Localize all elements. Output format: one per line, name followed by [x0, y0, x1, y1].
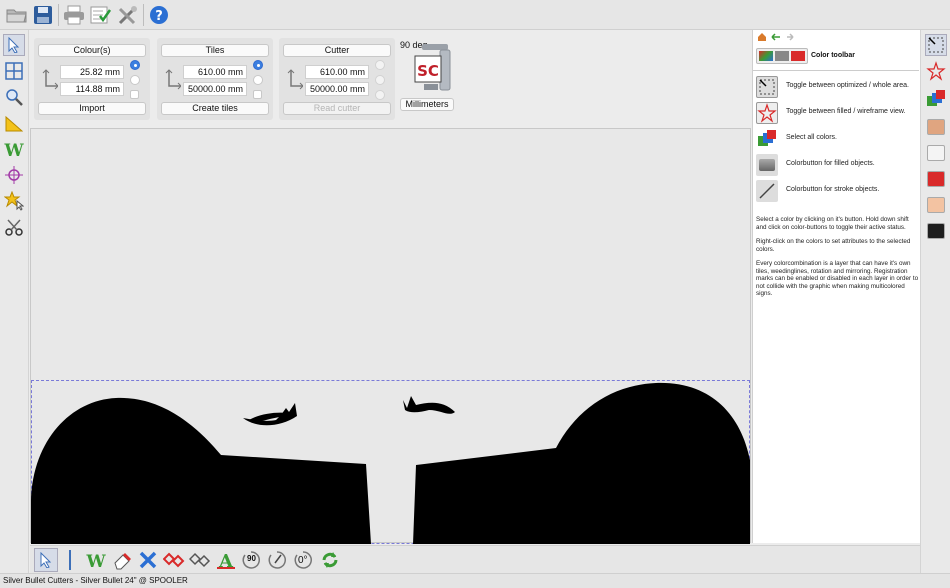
help-row-stroke-color: Colorbutton for stroke objects.: [756, 180, 916, 202]
help-text: Toggle between filled / wireframe view.: [786, 108, 906, 115]
read-cutter-button[interactable]: Read cutter: [283, 102, 391, 115]
open-folder-icon[interactable]: [5, 3, 29, 27]
colours-height-field[interactable]: 114.88 mm: [60, 82, 124, 96]
colours-panel: Colour(s) 25.82 mm 114.88 mm Import: [34, 38, 150, 120]
help-panel: Color toolbar Toggle between optimized /…: [752, 30, 920, 543]
cutter-width-field[interactable]: 610.00 mm: [305, 65, 369, 79]
tiles-width-field[interactable]: 610.00 mm: [183, 65, 247, 79]
units-button[interactable]: Millimeters: [400, 98, 454, 111]
text-a-icon[interactable]: A: [214, 548, 238, 572]
color-swatch-1[interactable]: [925, 116, 947, 138]
left-toolbox: W: [0, 30, 29, 573]
rotate-free-icon[interactable]: [266, 548, 290, 572]
checklist-icon[interactable]: [89, 3, 113, 27]
status-bar: Silver Bullet Cutters - Silver Bullet 24…: [0, 573, 950, 588]
scissors-icon[interactable]: [3, 216, 25, 238]
rotate-zero-label: 0°: [298, 555, 308, 566]
tiles-panel: Tiles 610.00 mm 50000.00 mm Create tiles: [157, 38, 273, 120]
pointer-icon[interactable]: [3, 34, 25, 56]
divider: [69, 550, 71, 570]
options-panel: Colour(s) 25.82 mm 114.88 mm Import Tile…: [30, 30, 751, 126]
tiles-radio-2[interactable]: [253, 75, 263, 85]
filled-color-button-icon: [756, 154, 778, 176]
axis-icon: [165, 69, 181, 90]
tiles-height-field[interactable]: 50000.00 mm: [183, 82, 247, 96]
filled-wireframe-star-icon[interactable]: [925, 60, 947, 82]
help-text: Select all colors.: [786, 134, 837, 141]
help-nav: [757, 32, 797, 42]
color-swatch-4[interactable]: [925, 194, 947, 216]
crosshair-icon[interactable]: [3, 164, 25, 186]
zoom-icon[interactable]: [3, 86, 25, 108]
ruler-icon[interactable]: [3, 112, 25, 134]
cutter-title-button[interactable]: Cutter: [283, 44, 391, 57]
edit-toolbar: W A 90 0°: [30, 545, 920, 573]
help-paragraph-1: Select a color by clicking on it's butto…: [756, 216, 909, 231]
color-toolbar: [920, 30, 950, 573]
help-icon[interactable]: ?: [147, 3, 171, 27]
help-text: Colorbutton for filled objects.: [786, 160, 875, 167]
star-select-icon[interactable]: [3, 190, 25, 212]
select-all-colors-icon: [756, 128, 778, 150]
tiles-radio-1[interactable]: [253, 60, 263, 70]
svg-text:W: W: [85, 552, 106, 570]
axis-icon: [42, 69, 58, 90]
axis-icon: [287, 69, 303, 90]
cutter-radio-1[interactable]: [375, 60, 385, 70]
help-paragraph-3: Every colorcombination is a layer that c…: [756, 260, 919, 298]
import-button[interactable]: Import: [38, 102, 146, 115]
help-paragraph-2: Right-click on the colors to set attribu…: [756, 238, 911, 253]
colours-width-field[interactable]: 25.82 mm: [60, 65, 124, 79]
tiles-checkbox[interactable]: [253, 90, 262, 99]
delete-x-icon[interactable]: [136, 548, 160, 572]
colours-radio-2[interactable]: [130, 75, 140, 85]
help-row-select-all: Select all colors.: [756, 128, 916, 150]
help-title: Color toolbar: [811, 52, 855, 59]
help-row-filled-wireframe: Toggle between filled / wireframe view.: [756, 102, 916, 124]
tiles-title-button[interactable]: Tiles: [161, 44, 269, 57]
help-text: Colorbutton for stroke objects.: [786, 186, 880, 193]
node-diamond-icon[interactable]: [162, 548, 186, 572]
cutter-radio-3[interactable]: [375, 90, 385, 100]
cutter-panel: Cutter 610.00 mm 50000.00 mm Read cutter: [279, 38, 395, 120]
weed-w-icon[interactable]: W: [3, 138, 25, 160]
tools-icon[interactable]: [116, 3, 140, 27]
design-canvas[interactable]: [30, 128, 751, 544]
select-all-colors-icon[interactable]: [925, 88, 947, 110]
colours-checkbox[interactable]: [130, 90, 139, 99]
svg-text:W: W: [4, 141, 24, 158]
colours-radio-1[interactable]: [130, 60, 140, 70]
pointer-icon[interactable]: [34, 548, 58, 572]
rotate-zero-icon[interactable]: 0°: [292, 548, 316, 572]
color-swatch-5[interactable]: [925, 220, 947, 242]
filled-wireframe-star-icon: [756, 102, 778, 124]
help-text: Toggle between optimized / whole area.: [786, 82, 909, 89]
artwork-graphic[interactable]: [31, 380, 750, 544]
refresh-icon[interactable]: [318, 548, 342, 572]
help-row-optimized: Toggle between optimized / whole area.: [756, 76, 916, 98]
eraser-icon[interactable]: [110, 548, 134, 572]
colours-title-button[interactable]: Colour(s): [38, 44, 146, 57]
rotate-90-label: 90: [247, 554, 256, 563]
cutter-height-field[interactable]: 50000.00 mm: [305, 82, 369, 96]
create-tiles-button[interactable]: Create tiles: [161, 102, 269, 115]
save-disk-icon[interactable]: [31, 3, 55, 27]
svg-text:?: ?: [155, 9, 163, 24]
grid-tile-icon[interactable]: [3, 60, 25, 82]
color-toolbar-preview: [756, 48, 808, 64]
help-row-filled-color: Colorbutton for filled objects.: [756, 154, 916, 176]
cutter-device-icon[interactable]: SC: [414, 42, 452, 94]
rotate-90-icon[interactable]: 90: [240, 548, 264, 572]
print-icon[interactable]: [62, 3, 86, 27]
color-swatch-3[interactable]: [925, 168, 947, 190]
weed-w-icon[interactable]: W: [84, 548, 108, 572]
optimized-area-icon[interactable]: [925, 34, 947, 56]
cutter-radio-2[interactable]: [375, 75, 385, 85]
outline-diamond-icon[interactable]: [188, 548, 212, 572]
color-swatch-2[interactable]: [925, 142, 947, 164]
svg-text:SC: SC: [417, 62, 439, 80]
stroke-color-button-icon: [756, 180, 778, 202]
optimized-area-icon: [756, 76, 778, 98]
main-toolbar: ?: [0, 0, 950, 30]
